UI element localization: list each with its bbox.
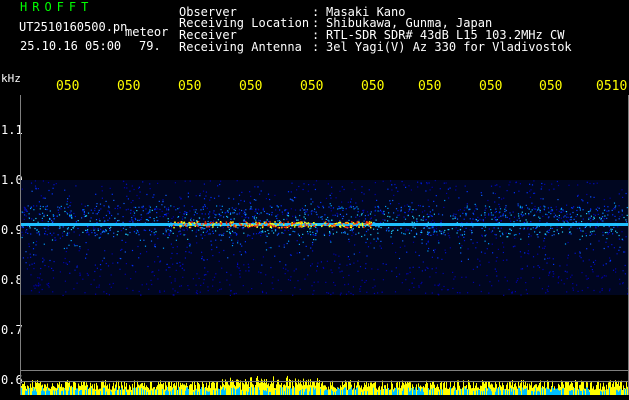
info-value-antenna: 3el Yagi(V) Az 330 for Vladivostok [326, 40, 572, 54]
x-tick-label: 050 [539, 79, 563, 94]
x-tick-label: 0510 [596, 79, 628, 94]
x-tick-label: 050 [361, 79, 385, 94]
info-label-antenna: Receiving Antenna [179, 40, 302, 54]
x-tick-label: 050 [479, 79, 503, 94]
brand-title: HROFFT [20, 0, 94, 14]
x-tick-label: 050 [239, 79, 263, 94]
plot-bottom-line-lower [20, 381, 628, 382]
spectrogram-image [21, 180, 628, 395]
count-value: 79. [139, 39, 161, 53]
x-tick-label: 050 [117, 79, 141, 94]
x-tick-label: 050 [178, 79, 202, 94]
plot-bottom-line-upper [20, 370, 628, 371]
info-sep-antenna: : [312, 40, 320, 54]
x-tick-label: 050 [300, 79, 324, 94]
x-tick-label: 050 [56, 79, 80, 94]
file-name: UT2510160500.pn [19, 20, 128, 34]
spectrogram-plot [20, 95, 629, 395]
detection-tag: meteor [125, 25, 169, 39]
observation-datetime: 25.10.16 05:00 [20, 39, 122, 53]
y-axis-unit: kHz [1, 72, 21, 85]
x-tick-label: 050 [418, 79, 442, 94]
